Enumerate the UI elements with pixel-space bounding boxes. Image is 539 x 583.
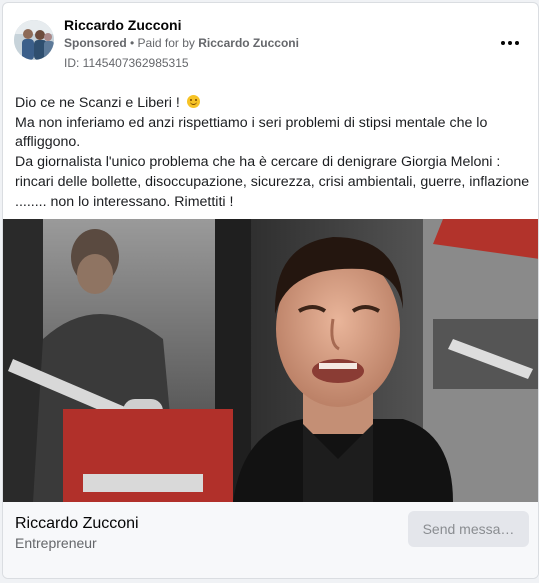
video-media[interactable] — [3, 219, 538, 502]
paid-for-name: Riccardo Zucconi — [198, 36, 299, 50]
more-options-button[interactable] — [498, 33, 522, 53]
body-line: Dio ce ne Scanzi e Liberi ! — [15, 94, 527, 114]
post-header: Riccardo Zucconi Sponsored • Paid for by… — [3, 3, 538, 83]
avatar[interactable] — [14, 20, 54, 60]
post-body: Dio ce ne Scanzi e Liberi ! Ma non infer… — [15, 94, 530, 212]
send-message-button[interactable]: Send messa… — [408, 511, 529, 547]
video-frame — [3, 219, 538, 502]
paid-for-prefix: Paid for by — [137, 36, 199, 50]
sponsored-line: Sponsored • Paid for by Riccardo Zucconi — [64, 36, 299, 50]
avatar-image — [14, 20, 54, 60]
page-name[interactable]: Riccardo Zucconi — [64, 17, 181, 33]
body-line: ........ non lo interessano. Rimettiti ! — [15, 193, 234, 210]
body-line: affliggono. — [15, 134, 81, 151]
sponsored-label: Sponsored — [64, 36, 127, 50]
body-line: rincari delle bollette, disoccupazione, … — [15, 173, 530, 190]
more-horizontal-icon — [501, 41, 519, 45]
ad-card: Riccardo Zucconi Sponsored • Paid for by… — [2, 2, 539, 579]
body-line: Da giornalista l'unico problema che ha è… — [15, 154, 501, 171]
separator: • — [126, 36, 138, 50]
body-line: Ma non inferiamo ed anzi rispettiamo i s… — [15, 114, 488, 131]
ad-id: ID: 1145407362985315 — [64, 56, 189, 70]
footer-page-name[interactable]: Riccardo Zucconi — [15, 515, 139, 533]
cta-footer: Riccardo Zucconi Entrepreneur Send messa… — [3, 502, 538, 578]
footer-subtitle: Entrepreneur — [15, 535, 97, 551]
smiling-face-icon — [186, 95, 200, 108]
